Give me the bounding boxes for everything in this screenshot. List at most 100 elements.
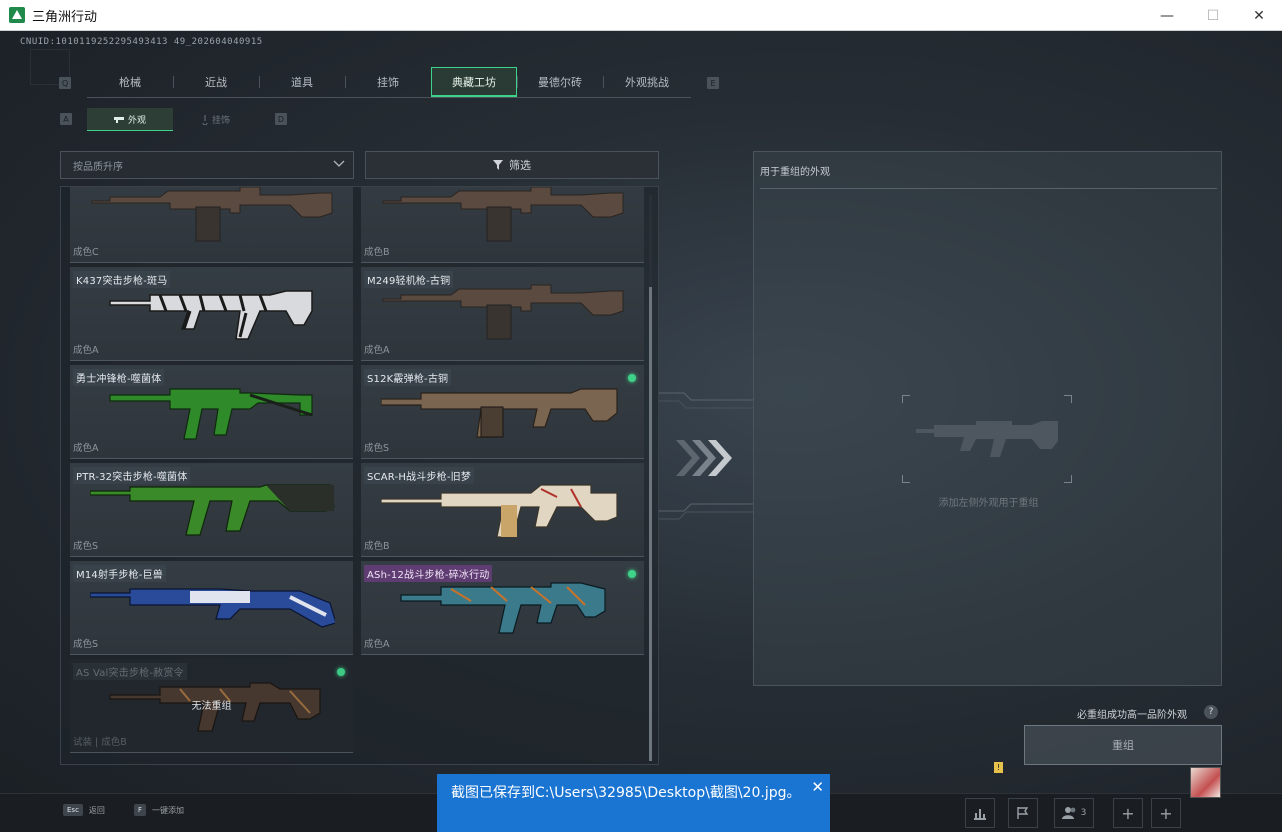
tab-firearms[interactable]: 枪械 [87, 67, 173, 97]
quick-add-label: 一键添加 [152, 805, 185, 815]
weapon-image [109, 388, 313, 440]
tab-mandel-brick[interactable]: 曼德尔砖 [517, 67, 603, 97]
sort-dropdown[interactable]: 按品质升序 [60, 151, 354, 179]
minimize-button[interactable]: — [1144, 0, 1190, 31]
notification-badge: ! [994, 762, 1003, 773]
slot-corner [1064, 395, 1072, 403]
new-indicator-dot [337, 668, 345, 676]
skin-card[interactable]: SCAR-H战斗步枪-旧梦成色B [361, 463, 644, 557]
skin-card-quality: 成色S [73, 541, 99, 552]
filter-button[interactable]: 筛选 [365, 151, 659, 179]
help-icon[interactable]: ? [1204, 705, 1218, 719]
recombine-button[interactable]: 重组 [1024, 725, 1222, 765]
game-viewport: CNUID:1010119252295493413 49_20260404091… [0, 31, 1282, 832]
back-label: 返回 [88, 805, 105, 815]
weapon-image [109, 290, 313, 340]
weapon-image [400, 582, 606, 634]
skin-card-name: S12K霰弹枪-古铜 [364, 369, 452, 386]
skin-card-name: M14射手步枪-巨兽 [73, 565, 166, 582]
skin-card[interactable]: 成色B [361, 187, 644, 263]
skin-card[interactable]: M249轻机枪-古铜 成色A [361, 267, 644, 361]
slot-corner [902, 395, 910, 403]
chevron-down-icon [333, 160, 345, 167]
skin-card[interactable]: ASh-12战斗步枪-碎冰行动成色A [361, 561, 644, 655]
skin-card-quality: 试装 | 成色B [73, 737, 127, 748]
screenshot-toast[interactable]: 截图已保存到C:\Users\32985\Desktop\截图\20.jpg。 … [437, 774, 830, 832]
tab-prev-key[interactable]: Q [59, 77, 71, 89]
flag-button[interactable] [1008, 798, 1038, 828]
panel-title: 用于重组的外观 [760, 167, 830, 178]
skin-card[interactable]: 成色C [70, 187, 353, 263]
skin-card-quality: 成色A [364, 345, 390, 356]
tab-collection-workshop[interactable]: 典藏工坊 [431, 67, 517, 97]
weapon-image [90, 484, 335, 536]
close-button[interactable]: ✕ [1236, 0, 1282, 31]
toast-close-button[interactable]: ✕ [811, 777, 824, 797]
weapon-image [382, 187, 624, 242]
window-title: 三角洲行动 [32, 9, 98, 25]
upgrade-note: 必重组成功高一品阶外观 [1077, 710, 1187, 721]
locked-label: 无法重组 [191, 701, 232, 712]
skin-card[interactable]: M14射手步枪-巨兽成色S [70, 561, 353, 655]
skin-card[interactable]: S12K霰弹枪-古铜成色S [361, 365, 644, 459]
subtab-prev-key[interactable]: A [60, 113, 72, 125]
skin-card-quality: 成色A [73, 443, 99, 454]
skin-card-name: ASh-12战斗步枪-碎冰行动 [364, 565, 493, 582]
back-hotkey[interactable]: Esc 返回 [63, 804, 105, 816]
weapon-image [91, 187, 333, 242]
charm-icon [202, 114, 208, 125]
weapon-image [381, 388, 618, 438]
skin-card-quality: 成色A [364, 639, 390, 650]
rifle-placeholder-icon [916, 421, 1058, 457]
skin-card-name: K437突击步枪-斑马 [73, 271, 171, 288]
subtab-charms-label: 挂饰 [211, 116, 230, 126]
tab-next-key[interactable]: E [707, 77, 719, 89]
friends-button[interactable]: 3 [1054, 798, 1094, 828]
uid-label: CNUID:1010119252295493413 49_20260404091… [20, 37, 263, 47]
skin-card-quality: 成色A [73, 345, 99, 356]
tab-charms[interactable]: 挂饰 [345, 67, 431, 97]
toast-message: 截图已保存到C:\Users\32985\Desktop\截图\20.jpg。 [451, 785, 801, 801]
slot-corner [1064, 475, 1072, 483]
skin-card[interactable]: 勇士冲锋枪-噬菌体成色A [70, 365, 353, 459]
tab-melee[interactable]: 近战 [173, 67, 259, 97]
scrollbar-thumb[interactable] [649, 287, 652, 761]
tab-skin-challenge[interactable]: 外观挑战 [603, 67, 691, 97]
recombine-panel: 用于重组的外观 添加左侧外观用于重组 [753, 151, 1222, 686]
stats-button[interactable] [965, 798, 995, 828]
quick-add-hotkey[interactable]: F 一键添加 [134, 804, 184, 816]
new-indicator-dot [628, 374, 636, 382]
add-slot-button-2[interactable]: + [1151, 798, 1181, 828]
skin-card-quality: 成色B [364, 247, 390, 258]
subtab-next-key[interactable]: D [275, 113, 287, 125]
add-slot-button-1[interactable]: + [1113, 798, 1143, 828]
skin-card-quality: 成色B [364, 541, 390, 552]
avatar[interactable] [1190, 767, 1221, 798]
subtab-charms[interactable]: 挂饰 [173, 108, 259, 131]
app-icon [9, 7, 25, 23]
sort-value: 按品质升序 [73, 161, 123, 173]
window-controls: — ☐ ✕ [1144, 0, 1282, 31]
skin-card[interactable]: AS Val突击步枪-赦赏令 试装 | 成色B 无法重组 [70, 659, 353, 753]
weapon-image [90, 588, 335, 628]
skin-card-quality: 成色S [364, 443, 390, 454]
skin-card-name: 勇士冲锋枪-噬菌体 [73, 369, 165, 386]
slot-hint: 添加左侧外观用于重组 [938, 498, 1039, 509]
skin-card-name: SCAR-H战斗步枪-旧梦 [364, 467, 475, 484]
friends-count: 3 [1080, 808, 1087, 818]
recombine-slot[interactable] [902, 395, 1072, 483]
skin-card[interactable]: PTR-32突击步枪-噬菌体 成色S [70, 463, 353, 557]
flag-icon [1017, 807, 1029, 819]
f-key: F [134, 804, 147, 816]
filter-icon [493, 160, 503, 170]
plus-icon: + [1159, 803, 1173, 823]
new-indicator-dot [628, 570, 636, 578]
tab-items[interactable]: 道具 [259, 67, 345, 97]
top-tab-bar: 枪械 近战 道具 挂饰 典藏工坊 曼德尔砖 外观挑战 [87, 67, 691, 98]
skin-card-quality: 成色S [73, 639, 99, 650]
skin-card[interactable]: K437突击步枪-斑马成色A [70, 267, 353, 361]
subtab-skins[interactable]: 外观 [87, 108, 173, 131]
plus-icon: + [1121, 803, 1135, 823]
maximize-button[interactable]: ☐ [1190, 0, 1236, 31]
window-titlebar: 三角洲行动 — ☐ ✕ [0, 0, 1282, 31]
